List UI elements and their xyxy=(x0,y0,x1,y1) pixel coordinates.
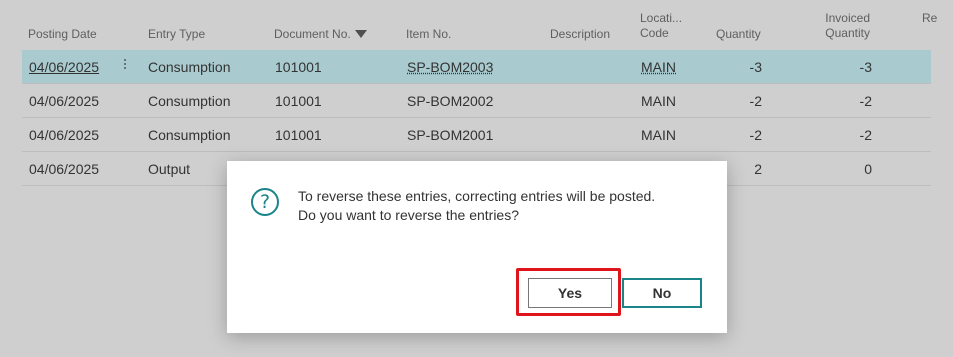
location-code-link[interactable]: MAIN xyxy=(641,59,676,75)
question-icon: ? xyxy=(251,188,279,216)
entry-type-cell: Consumption xyxy=(148,93,231,109)
posting-date-cell[interactable]: 04/06/2025 xyxy=(29,161,99,177)
table-row[interactable]: 04/06/2025 Consumption 101001 SP-BOM2002… xyxy=(22,84,931,118)
column-header-invoiced-line1: Invoiced xyxy=(825,11,870,25)
confirm-reverse-dialog: ? To reverse these entries, correcting e… xyxy=(227,161,727,333)
row-actions-icon[interactable] xyxy=(121,57,129,75)
grid-header: Posting Date Entry Type Document No. Ite… xyxy=(0,0,953,50)
item-no-cell[interactable]: SP-BOM2002 xyxy=(407,93,493,109)
document-no-cell: 101001 xyxy=(275,59,322,75)
column-header-document-no[interactable]: Document No. xyxy=(274,27,367,42)
quantity-cell: 2 xyxy=(754,161,762,177)
quantity-cell: -2 xyxy=(749,127,762,143)
item-no-link[interactable]: SP-BOM2003 xyxy=(407,59,493,75)
column-header-location-line1: Locati... xyxy=(640,11,683,25)
column-header-document-no-label: Document No. xyxy=(274,27,351,41)
invoiced-quantity-cell: -2 xyxy=(859,127,872,143)
posting-date-cell[interactable]: 04/06/2025 xyxy=(29,127,99,143)
column-header-invoiced-quantity[interactable]: Invoiced Quantity xyxy=(824,11,870,41)
quantity-cell: -3 xyxy=(749,59,762,75)
item-no-cell[interactable]: SP-BOM2001 xyxy=(407,127,493,143)
posting-date-cell[interactable]: 04/06/2025 xyxy=(29,93,99,109)
filter-icon xyxy=(354,30,367,38)
column-header-location-code[interactable]: Locati... Code xyxy=(640,11,682,41)
no-button[interactable]: No xyxy=(622,278,702,308)
dialog-message: To reverse these entries, correcting ent… xyxy=(298,187,655,225)
column-header-description[interactable]: Description xyxy=(550,27,610,42)
column-header-item-no[interactable]: Item No. xyxy=(406,27,451,42)
entry-type-cell: Output xyxy=(148,161,191,177)
location-code-cell[interactable]: MAIN xyxy=(641,93,676,109)
column-header-posting-date[interactable]: Posting Date xyxy=(28,27,97,42)
yes-button[interactable]: Yes xyxy=(528,278,612,308)
column-header-location-line2: Code xyxy=(640,26,669,40)
invoiced-quantity-cell: -2 xyxy=(859,93,872,109)
document-no-cell: 101001 xyxy=(275,93,322,109)
location-code-cell[interactable]: MAIN xyxy=(641,127,676,143)
invoiced-quantity-cell: 0 xyxy=(864,161,872,177)
posting-date-link[interactable]: 04/06/2025 xyxy=(29,59,99,75)
table-row[interactable]: 04/06/2025 Consumption 101001 SP-BOM2003… xyxy=(22,50,931,84)
document-no-cell: 101001 xyxy=(275,127,322,143)
entry-type-cell: Consumption xyxy=(148,59,231,75)
entry-type-cell: Consumption xyxy=(148,127,231,143)
column-header-truncated[interactable]: Re xyxy=(922,11,937,26)
column-header-invoiced-line2: Quantity xyxy=(825,26,870,40)
table-row[interactable]: 04/06/2025 Consumption 101001 SP-BOM2001… xyxy=(22,118,931,152)
dialog-message-line2: Do you want to reverse the entries? xyxy=(298,207,520,223)
quantity-cell: -2 xyxy=(749,93,762,109)
invoiced-quantity-cell: -3 xyxy=(859,59,872,75)
column-header-quantity[interactable]: Quantity xyxy=(716,27,761,42)
column-header-entry-type[interactable]: Entry Type xyxy=(148,27,205,42)
dialog-message-line1: To reverse these entries, correcting ent… xyxy=(298,188,656,204)
